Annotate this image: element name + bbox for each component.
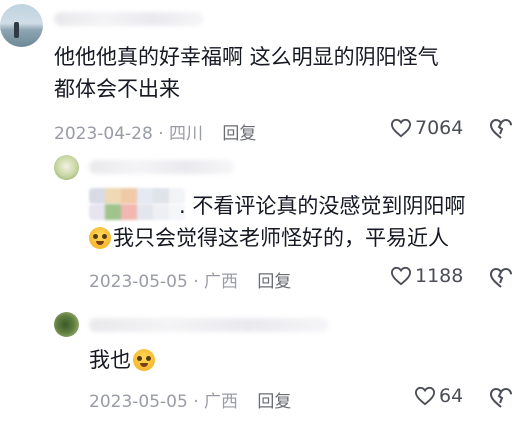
- username[interactable]: [89, 318, 329, 332]
- heart-icon: [390, 118, 412, 138]
- like-count: 64: [439, 385, 464, 407]
- comment-text: . 不看评论真的没感觉到阴阳啊 我只会觉得这老师怪好的，平易近人: [89, 190, 519, 254]
- date-location: 2023-05-05 · 广西: [89, 392, 239, 412]
- avatar[interactable]: [54, 312, 79, 337]
- dislike-icon[interactable]: [489, 387, 513, 409]
- like-button[interactable]: 7064: [390, 117, 463, 139]
- date-location: 2023-04-28 · 四川: [54, 124, 204, 144]
- avatar[interactable]: [54, 155, 79, 180]
- heart-icon: [390, 266, 412, 286]
- username[interactable]: [89, 160, 234, 174]
- crying-emoji-icon: [133, 349, 155, 371]
- avatar[interactable]: [0, 4, 43, 47]
- comment-text-line: 他他他真的好幸福啊 这么明显的阴阳怪气: [54, 45, 439, 69]
- comment-text: 我也: [89, 344, 157, 376]
- date-location: 2023-05-05 · 广西: [89, 272, 239, 292]
- like-count: 1188: [415, 265, 464, 287]
- username[interactable]: [54, 12, 204, 26]
- heart-icon: [414, 386, 436, 406]
- reply-button[interactable]: 回复: [222, 124, 256, 144]
- dislike-icon[interactable]: [489, 267, 513, 289]
- comment-text-fragment: . 不看评论真的没感觉到阴阳啊: [179, 194, 466, 218]
- comment-text-line: 我只会觉得这老师怪好的，平易近人: [89, 222, 519, 254]
- comment-meta: 2023-05-05 · 广西 回复: [89, 267, 291, 292]
- like-count: 7064: [415, 117, 464, 139]
- reply-button[interactable]: 回复: [257, 392, 291, 412]
- reply-button[interactable]: 回复: [257, 272, 291, 292]
- dislike-icon[interactable]: [489, 118, 513, 140]
- comment-text-line: . 不看评论真的没感觉到阴阳啊: [89, 190, 519, 222]
- comment-text-fragment: 我只会觉得这老师怪好的，平易近人: [113, 226, 449, 250]
- comment-text: 他他他真的好幸福啊 这么明显的阴阳怪气 都体会不出来: [54, 41, 514, 105]
- like-button[interactable]: 1188: [390, 265, 463, 287]
- like-button[interactable]: 64: [414, 385, 463, 407]
- comment-text-line: 都体会不出来: [54, 77, 180, 101]
- comment-meta: 2023-05-05 · 广西 回复: [89, 387, 291, 412]
- crying-emoji-icon: [89, 227, 111, 249]
- comment-meta: 2023-04-28 · 四川 回复: [54, 119, 256, 144]
- comment-text-line: 我也: [89, 348, 131, 372]
